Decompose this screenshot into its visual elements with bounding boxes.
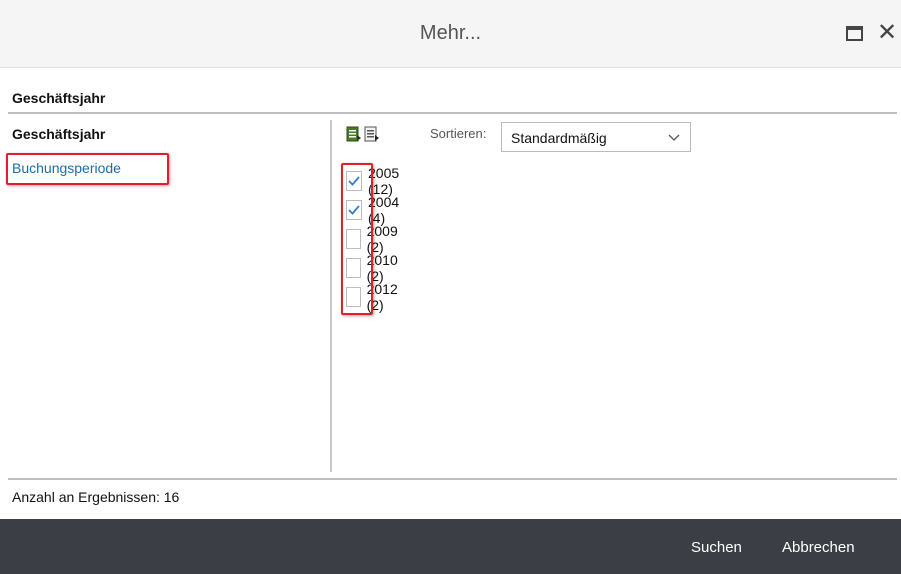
maximize-button[interactable] — [843, 22, 865, 44]
list-item: 2005 (12) — [346, 165, 403, 197]
list-item: 2012 (2) — [346, 281, 403, 313]
list-item: 2004 (4) — [346, 194, 403, 226]
list-item: 2009 (2) — [346, 223, 403, 255]
dialog-titlebar: Mehr... ✕ — [0, 0, 901, 68]
checkbox[interactable] — [346, 229, 361, 249]
result-count: Anzahl an Ergebnissen: 16 — [12, 489, 180, 505]
heading-divider — [8, 112, 897, 114]
list-item: 2010 (2) — [346, 252, 403, 284]
select-all-icon[interactable] — [346, 126, 362, 142]
category-item-buchungsperiode[interactable]: Buchungsperiode — [12, 160, 121, 176]
checkbox[interactable] — [346, 200, 362, 220]
filter-category-list: Geschäftsjahr Buchungsperiode — [8, 118, 330, 472]
checkmark-icon — [348, 176, 360, 186]
deselect-all-icon[interactable] — [364, 126, 380, 142]
more-dialog: Mehr... ✕ Geschäftsjahr Geschäftsjahr Bu… — [0, 0, 901, 574]
sort-label: Sortieren: — [430, 126, 487, 141]
list-item-label: 2004 (4) — [368, 194, 400, 226]
status-divider — [8, 478, 897, 480]
sort-selected-value: Standardmäßig — [511, 130, 607, 146]
list-item-label: 2010 (2) — [366, 252, 398, 284]
checkbox[interactable] — [346, 171, 362, 191]
sort-dropdown[interactable]: Standardmäßig — [501, 122, 691, 152]
checkmark-icon — [348, 205, 360, 215]
checkbox[interactable] — [346, 258, 361, 278]
section-heading: Geschäftsjahr — [12, 90, 106, 106]
list-item-label: 2012 (2) — [366, 281, 398, 313]
category-item-geschaeftsjahr[interactable]: Geschäftsjahr — [12, 126, 105, 142]
maximize-icon — [845, 25, 863, 41]
close-button[interactable]: ✕ — [876, 21, 898, 45]
list-item-label: 2009 (2) — [366, 223, 398, 255]
panel-splitter[interactable] — [330, 120, 332, 472]
cancel-button[interactable]: Abbrechen — [782, 539, 855, 556]
checkbox[interactable] — [346, 287, 361, 307]
dialog-title: Mehr... — [419, 22, 482, 44]
dialog-footer: Suchen Abbrechen — [0, 519, 901, 574]
chevron-down-icon — [668, 134, 680, 141]
search-button[interactable]: Suchen — [691, 539, 742, 556]
list-item-label: 2005 (12) — [368, 165, 400, 197]
